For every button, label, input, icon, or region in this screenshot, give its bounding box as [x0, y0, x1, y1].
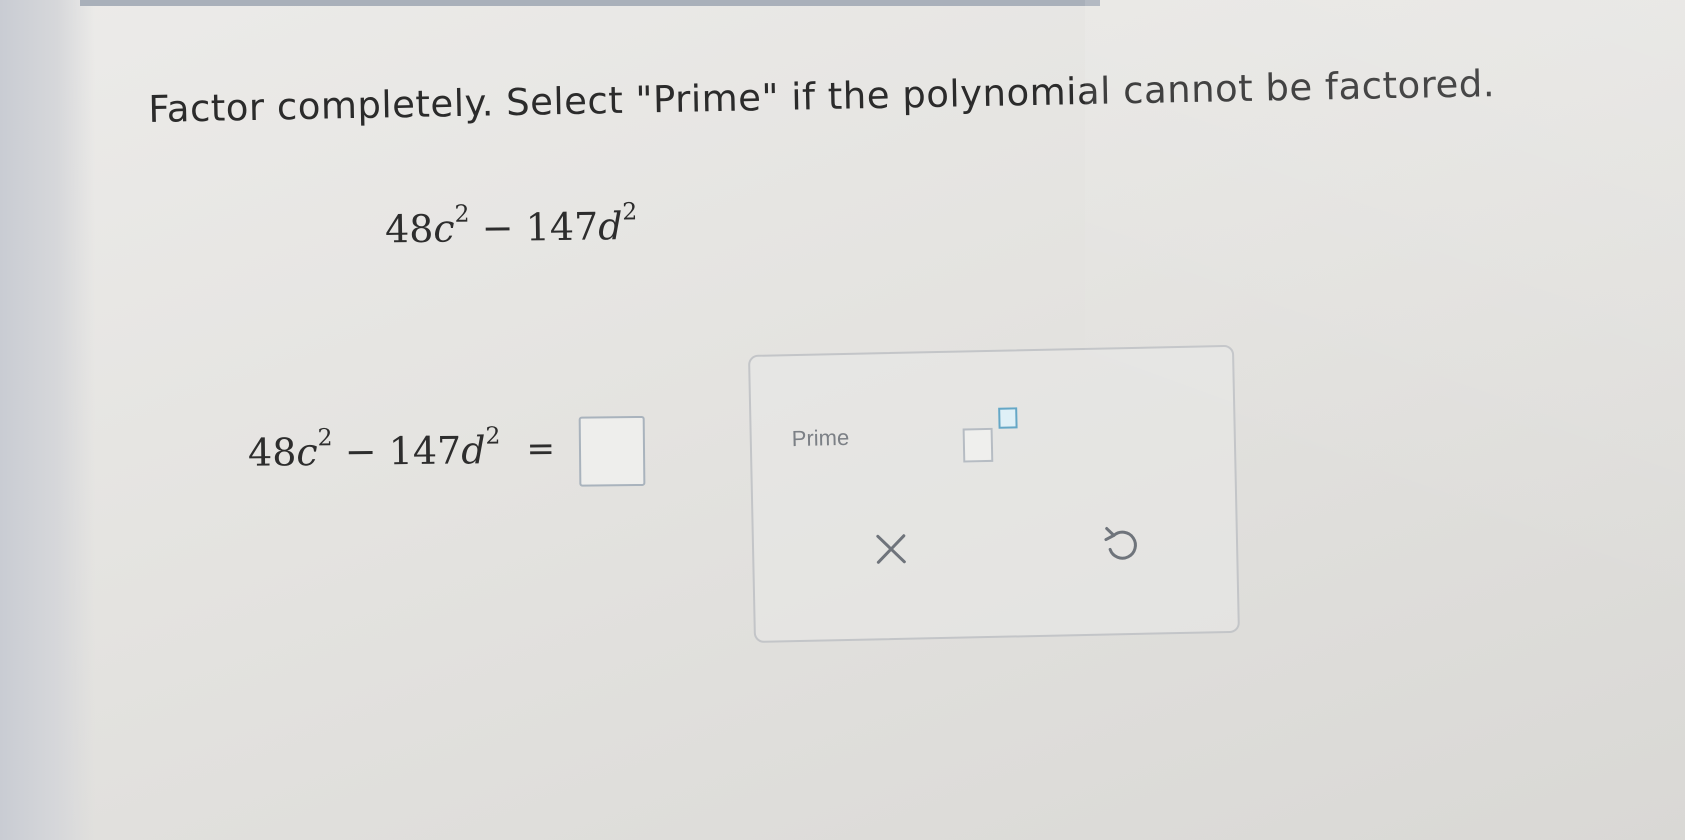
base-placeholder: [962, 427, 994, 463]
undo-button[interactable]: [1093, 517, 1148, 572]
answer-equation: 48c2 − 147d2 =: [248, 410, 646, 490]
exponent-2: 2: [622, 197, 638, 226]
question-instruction: Factor completely. Select "Prime" if the…: [148, 62, 1496, 131]
coefficient-2: 147: [525, 204, 599, 250]
exponent-1: 2: [454, 199, 470, 228]
clear-button[interactable]: [864, 521, 919, 576]
exponent-1: 2: [317, 422, 333, 452]
prime-button[interactable]: Prime: [791, 425, 849, 452]
exponent-template-button[interactable]: [956, 403, 1027, 464]
exponent-placeholder: [998, 407, 1018, 429]
equals-sign: =: [526, 428, 556, 470]
answer-input-box[interactable]: [578, 415, 646, 487]
minus-sign: −: [481, 205, 514, 251]
undo-icon: [1104, 527, 1137, 560]
minus-sign: −: [344, 429, 377, 474]
equation-lhs: 48c2 − 147d2: [247, 421, 501, 475]
polynomial-expression: 48c2 − 147d2: [384, 197, 638, 252]
exponent-2: 2: [485, 421, 501, 450]
math-palette: Prime: [748, 344, 1240, 643]
variable-c: c: [433, 206, 455, 251]
variable-d: d: [460, 427, 486, 473]
top-toolbar-strip: [80, 0, 1100, 6]
close-icon: [876, 534, 906, 564]
variable-c: c: [296, 429, 318, 474]
coefficient-1: 48: [247, 429, 297, 475]
coefficient-1: 48: [384, 206, 434, 252]
coefficient-2: 147: [388, 428, 462, 473]
screen-left-edge: [0, 0, 95, 840]
variable-d: d: [597, 204, 623, 249]
